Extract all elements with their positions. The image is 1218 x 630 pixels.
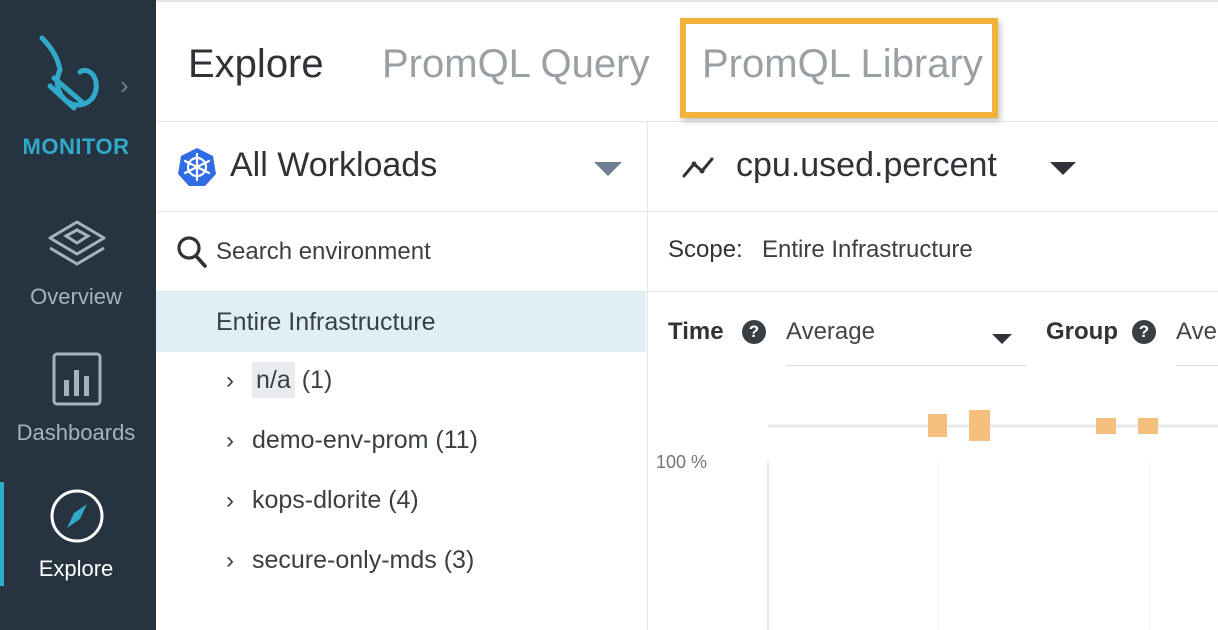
brand-name: MONITOR bbox=[22, 134, 130, 159]
scope-row: Scope: Entire Infrastructure bbox=[648, 212, 1218, 292]
environment-panel: All Workloads Entire Infrastructure ›n/a… bbox=[156, 122, 648, 630]
compass-icon bbox=[50, 489, 104, 543]
top-tab-bar: Explore PromQL Query PromQL Library bbox=[156, 0, 1218, 122]
kubernetes-icon bbox=[178, 148, 216, 186]
tree-item-name: kops-dlorite bbox=[252, 486, 382, 514]
left-nav-rail: › MONITOR Overview Dashboards Explore bbox=[0, 0, 156, 630]
time-aggregation-select[interactable]: Average bbox=[786, 308, 1026, 366]
nav-label-explore: Explore bbox=[38, 556, 114, 581]
group-aggregation-select[interactable]: Ave bbox=[1176, 308, 1218, 366]
bar-chart-icon bbox=[52, 352, 102, 406]
tab-promql-query[interactable]: PromQL Query bbox=[382, 42, 649, 87]
search-icon bbox=[177, 236, 207, 268]
search-row bbox=[156, 212, 648, 292]
layers-icon bbox=[48, 220, 106, 266]
chart-bar bbox=[1096, 418, 1116, 434]
help-icon[interactable]: ? bbox=[742, 320, 766, 344]
metric-panel: cpu.used.percent Scope: Entire Infrastru… bbox=[648, 122, 1218, 630]
nav-label-dashboards: Dashboards bbox=[16, 420, 136, 445]
chart-bar bbox=[928, 414, 947, 437]
workload-selector-label: All Workloads bbox=[230, 146, 438, 184]
chevron-right-icon[interactable]: › bbox=[226, 487, 252, 515]
tree-item-count: (11) bbox=[435, 426, 479, 454]
group-aggregation-value: Ave bbox=[1176, 318, 1217, 345]
nav-item-explore[interactable]: Explore bbox=[0, 484, 156, 594]
chart-bar bbox=[969, 410, 990, 441]
highlight-callout-box bbox=[680, 18, 998, 118]
nav-item-overview[interactable]: Overview bbox=[0, 210, 156, 320]
metric-selector[interactable]: cpu.used.percent bbox=[648, 122, 1218, 212]
chevron-down-icon[interactable] bbox=[594, 162, 622, 176]
metric-chart bbox=[767, 410, 1218, 630]
tree-item-name: demo-env-prom bbox=[252, 426, 429, 454]
tree-root-label: Entire Infrastructure bbox=[216, 308, 436, 336]
time-label: Time bbox=[668, 318, 724, 345]
tree-item-count: (1) bbox=[301, 366, 333, 394]
tree-item-entire-infrastructure[interactable]: Entire Infrastructure bbox=[156, 292, 646, 352]
monitor-logo-icon[interactable] bbox=[32, 32, 108, 116]
expand-chevron-icon[interactable]: › bbox=[120, 70, 129, 101]
nav-label-overview: Overview bbox=[30, 284, 122, 309]
tab-explore[interactable]: Explore bbox=[188, 42, 324, 87]
time-aggregation-value: Average bbox=[786, 318, 875, 345]
help-icon[interactable]: ? bbox=[1132, 320, 1156, 344]
chevron-right-icon[interactable]: › bbox=[226, 547, 252, 575]
group-label: Group bbox=[1046, 318, 1118, 345]
metric-name: cpu.used.percent bbox=[736, 146, 997, 184]
tree-item-count: (3) bbox=[443, 546, 475, 574]
workload-selector[interactable]: All Workloads bbox=[156, 122, 648, 212]
tree-item-kops-dlorite[interactable]: › kops-dlorite (4) bbox=[226, 486, 419, 534]
search-environment-input[interactable] bbox=[214, 232, 634, 272]
tree-item-name: n/a bbox=[252, 362, 295, 398]
scope-label: Scope: bbox=[668, 236, 743, 263]
tree-item-demo-env-prom[interactable]: › demo-env-prom (11) bbox=[226, 426, 478, 474]
chevron-down-icon bbox=[992, 334, 1012, 344]
tree-item-na[interactable]: › n/a (1) bbox=[226, 362, 333, 414]
nav-item-dashboards[interactable]: Dashboards bbox=[0, 346, 156, 456]
chevron-right-icon[interactable]: › bbox=[226, 367, 252, 395]
tree-item-name: secure-only-mds bbox=[252, 546, 437, 574]
tree-item-secure-only-mds[interactable]: › secure-only-mds (3) bbox=[226, 546, 474, 594]
chevron-right-icon[interactable]: › bbox=[226, 427, 252, 455]
chart-bar bbox=[1138, 418, 1158, 434]
line-chart-icon bbox=[682, 157, 714, 178]
chevron-down-icon[interactable] bbox=[1050, 162, 1076, 175]
tree-item-count: (4) bbox=[388, 486, 419, 514]
scope-value: Entire Infrastructure bbox=[762, 236, 973, 263]
